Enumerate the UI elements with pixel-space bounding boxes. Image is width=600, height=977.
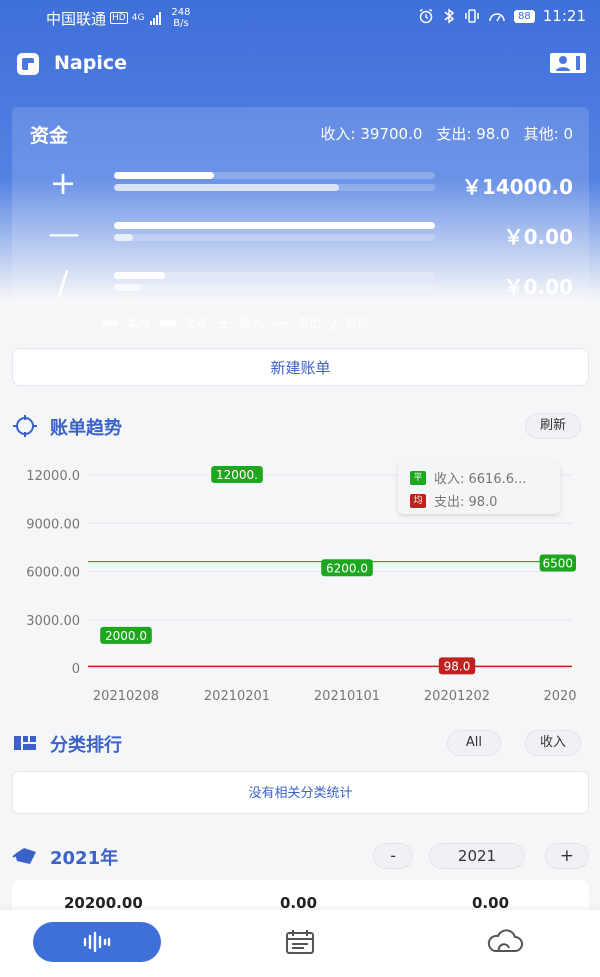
expense-amount: ￥0.00 [503, 225, 573, 249]
income-data-label: 12000. [216, 468, 258, 482]
nav-bills[interactable] [280, 922, 320, 962]
tooltip-expense-row: 均 支出: 98.0 [410, 491, 497, 510]
chart-tooltip: 平 收入: 6616.6... 均 支出: 98.0 [398, 462, 560, 514]
x-tick-label: 20210208 [93, 689, 159, 704]
y-tick-label: 9000.00 [26, 517, 80, 532]
other-month-bar [114, 272, 435, 279]
legend-income: + 收入 [218, 313, 264, 332]
network-type: 4G [131, 13, 145, 23]
speed-unit: B/s [173, 18, 189, 29]
refresh-button[interactable]: 刷新 [524, 413, 581, 439]
bluetooth-icon [444, 8, 455, 24]
legend-month: 本月 [102, 314, 150, 331]
year-increment-button[interactable]: + [544, 843, 589, 869]
cloud-icon [487, 929, 523, 952]
x-tick-label: 2020 [543, 689, 576, 704]
vibrate-icon [465, 9, 479, 23]
income-data-label: 6200.0 [326, 561, 368, 575]
waveform-icon [83, 931, 111, 953]
legend-year: 全年 [160, 314, 208, 331]
year-value[interactable]: 2021 [429, 843, 525, 869]
trend-section-header: 账单趋势 刷新 [12, 411, 589, 441]
nav-cloud[interactable] [482, 922, 528, 962]
tooltip-income-text: 收入: 6616.6... [434, 472, 527, 487]
income-year-bar [114, 184, 435, 191]
fund-row-other: / ￥0.00 [12, 263, 589, 303]
fund-summary-card: 资金 收入: 39700.0 支出: 98.0 其他: 0 + ￥14000.0… [12, 107, 589, 333]
calendar-list-icon [286, 930, 314, 954]
status-right: 88 11:21 [418, 7, 586, 25]
speed-value: 248 [171, 7, 191, 18]
hd-badge: HD [110, 12, 128, 24]
expense-month-bar [114, 222, 435, 229]
crosshair-icon [13, 415, 37, 437]
app-logo-icon [17, 53, 39, 75]
income-data-label: 6500 [543, 556, 574, 570]
nav-dashboard[interactable] [33, 922, 161, 962]
y-tick-label: 0 [72, 662, 80, 677]
bottom-navigation [0, 910, 600, 977]
other-amount: ￥0.00 [503, 275, 573, 299]
y-tick-label: 3000.00 [26, 614, 80, 629]
app-title: Napice [54, 52, 127, 74]
alarm-icon [419, 8, 433, 24]
tooltip-expense-text: 支出: 98.0 [434, 495, 498, 510]
fund-row-income: + ￥14000.0 [12, 163, 589, 203]
year-decrement-button[interactable]: - [373, 843, 413, 869]
year-section-header: 2021年 - 2021 + [12, 841, 589, 871]
category-section-header: 分类排行 All 收入 [12, 728, 589, 758]
filter-income-button[interactable]: 收入 [524, 730, 581, 756]
y-tick-label: 12000.0 [26, 469, 80, 484]
x-tick-label: 20210201 [204, 689, 270, 704]
expense-year-bar [114, 234, 435, 241]
income-amount: ￥14000.0 [461, 175, 573, 199]
expense-total: 支出: 98.0 [436, 125, 510, 143]
expense-symbol: — [48, 214, 80, 252]
legend-expense: — 支出 [273, 313, 322, 332]
tooltip-income-tag: 平 [410, 470, 426, 485]
tag-icon [12, 848, 36, 864]
status-left: 中国联通 HD 4G 248 B/s [46, 7, 191, 29]
x-tick-label: 20210101 [314, 689, 380, 704]
new-bill-button[interactable]: 新建账单 [12, 348, 589, 386]
other-total: 其他: 0 [523, 125, 573, 143]
other-year-bar [114, 284, 435, 291]
fund-legend: 本月 全年 + 收入 — 支出 / 其他 [102, 313, 369, 332]
filter-all-button[interactable]: All [446, 730, 501, 756]
income-total: 收入: 39700.0 [320, 125, 423, 143]
income-data-label: 2000.0 [105, 629, 147, 643]
trend-title: 账单趋势 [50, 418, 122, 439]
income-month-bar [114, 172, 435, 179]
x-tick-label: 20201202 [424, 689, 490, 704]
network-speed: 248 B/s [171, 7, 190, 29]
signal-icon [150, 11, 162, 25]
app-header: Napice [0, 44, 600, 84]
legend-other: / 其他 [331, 313, 370, 332]
tooltip-income-row: 平 收入: 6616.6... [410, 468, 526, 487]
category-title: 分类排行 [50, 735, 122, 756]
other-symbol: / [57, 264, 69, 302]
category-empty-message: 没有相关分类统计 [12, 771, 589, 814]
carrier-name: 中国联通 [46, 9, 107, 28]
y-tick-label: 6000.00 [26, 566, 80, 581]
ranking-grid-icon [14, 736, 36, 750]
speedometer-icon [489, 13, 505, 22]
clock: 11:21 [542, 7, 586, 25]
battery-level: 88 [514, 9, 535, 23]
expense-data-label: 98.0 [444, 659, 471, 673]
year-title: 2021年 [50, 848, 119, 869]
fund-row-expense: — ￥0.00 [12, 213, 589, 253]
income-symbol: + [49, 164, 77, 202]
profile-card-icon[interactable] [550, 52, 586, 74]
tooltip-expense-tag: 均 [410, 493, 426, 508]
status-bar: 中国联通 HD 4G 248 B/s 88 11:21 [0, 0, 600, 34]
fund-title: 资金 [30, 125, 69, 147]
fund-totals: 收入: 39700.0 支出: 98.0 其他: 0 [321, 123, 573, 144]
